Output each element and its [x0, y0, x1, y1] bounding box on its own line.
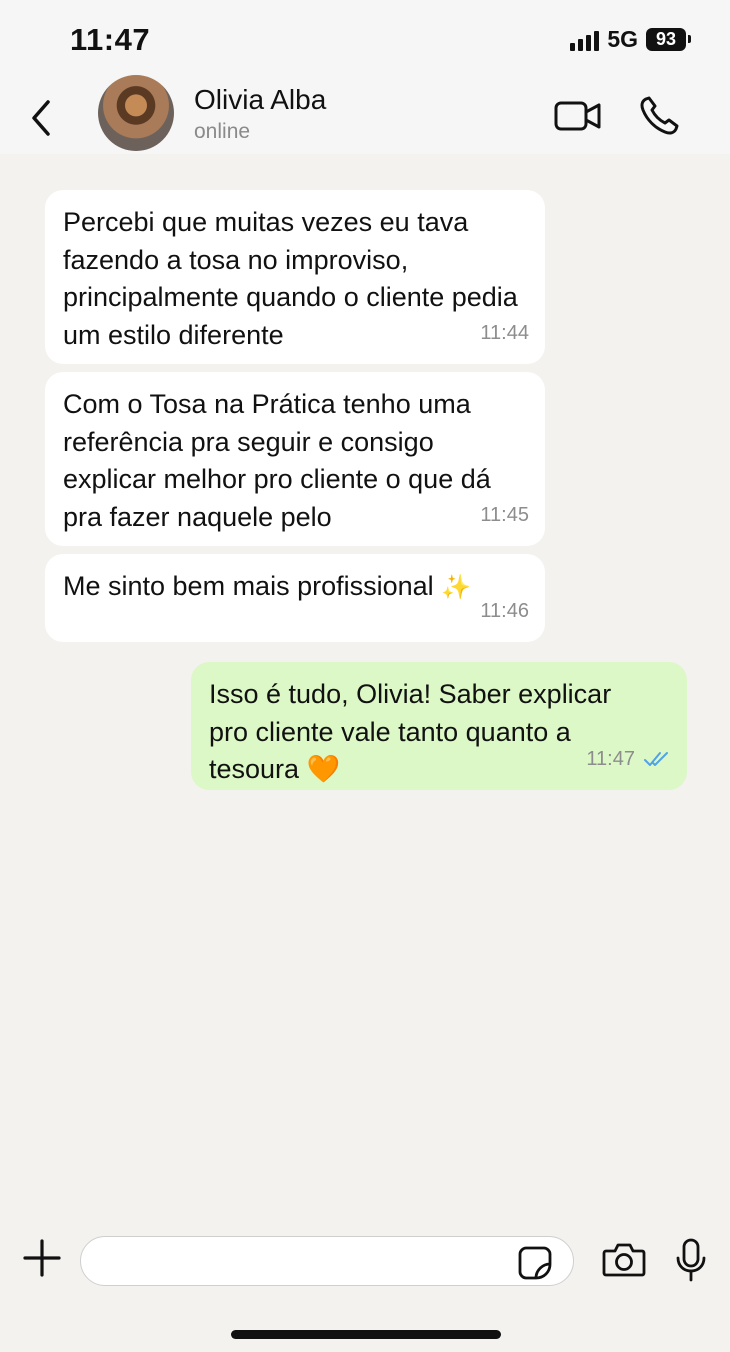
compose-bar: [0, 1226, 730, 1296]
message-time: 11:44: [480, 321, 529, 344]
home-indicator[interactable]: [231, 1330, 501, 1339]
contact-name[interactable]: Olivia Alba: [194, 84, 326, 116]
message-bubble-incoming[interactable]: Com o Tosa na Prática tenho uma referênc…: [45, 372, 545, 546]
back-button[interactable]: [26, 98, 56, 138]
video-camera-icon: [554, 101, 601, 131]
message-text: Percebi que muitas vezes eu tava fazendo…: [63, 207, 518, 350]
video-call-button[interactable]: [554, 100, 602, 132]
sticker-button[interactable]: [518, 1246, 552, 1280]
message-bubble-outgoing[interactable]: Isso é tudo, Olivia! Saber explicar pro …: [191, 662, 687, 790]
sparkles-emoji: ✨: [441, 574, 472, 601]
status-time: 11:47: [70, 22, 151, 57]
orange-heart-emoji: 🧡: [306, 754, 341, 784]
message-time: 11:46: [480, 599, 529, 622]
sticker-icon: [518, 1246, 552, 1280]
message-time: 11:47: [586, 747, 635, 770]
contact-status: online: [194, 120, 251, 143]
chat-header: Olivia Alba online: [0, 75, 730, 154]
status-indicators: 5G 93: [570, 26, 691, 53]
voice-call-button[interactable]: [638, 96, 680, 136]
message-time: 11:45: [480, 503, 529, 526]
plus-icon: [23, 1239, 61, 1277]
status-bar: 11:47 5G 93: [0, 0, 730, 78]
signal-icon: [570, 29, 600, 51]
battery-icon: 93: [646, 28, 691, 51]
network-type: 5G: [607, 26, 638, 52]
message-bubble-incoming[interactable]: Me sinto bem mais profissional ✨ 11:46: [45, 554, 545, 642]
double-check-icon: [644, 752, 668, 767]
microphone-icon: [676, 1238, 706, 1282]
message-text: Isso é tudo, Olivia! Saber explicar pro …: [209, 679, 612, 784]
phone-icon: [640, 96, 679, 135]
message-text: Com o Tosa na Prática tenho uma referênc…: [63, 389, 491, 532]
avatar[interactable]: [98, 75, 174, 151]
message-bubble-incoming[interactable]: Percebi que muitas vezes eu tava fazendo…: [45, 190, 545, 364]
camera-icon: [602, 1243, 646, 1277]
message-input[interactable]: [80, 1236, 574, 1286]
microphone-button[interactable]: [676, 1238, 706, 1282]
message-text: Me sinto bem mais profissional: [63, 571, 434, 601]
camera-button[interactable]: [602, 1242, 646, 1278]
attach-button[interactable]: [22, 1238, 62, 1278]
chevron-left-icon: [32, 100, 50, 136]
